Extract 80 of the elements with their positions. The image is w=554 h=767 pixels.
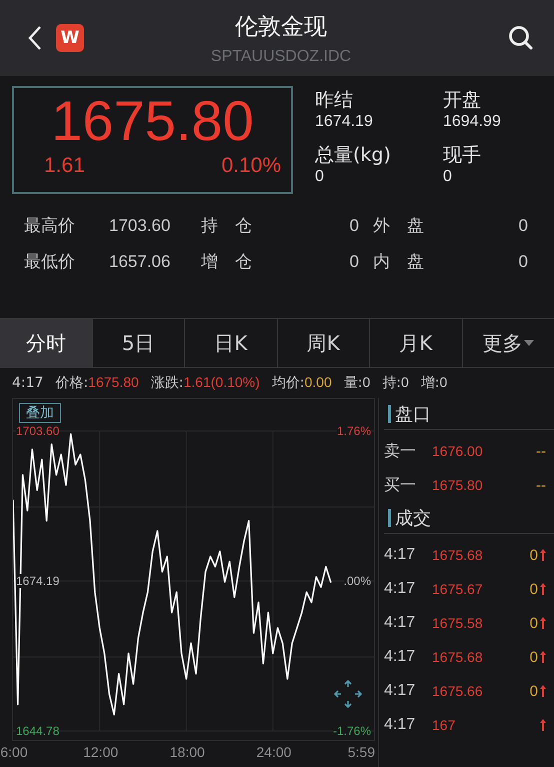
quote-detail: 量:0 xyxy=(344,374,370,392)
section-title: 成交 xyxy=(395,506,431,530)
search-icon[interactable] xyxy=(508,25,534,51)
trade-price: 1675.68 xyxy=(432,547,484,563)
percent-change: 0.10% xyxy=(221,154,281,178)
order-label: 买一 xyxy=(384,476,417,496)
quote-detail: 持:0 xyxy=(382,374,409,392)
time-label: 6:00 xyxy=(0,744,28,760)
order-volume: -- xyxy=(536,442,546,460)
trade-price: 167 xyxy=(432,717,456,733)
trade-volume: 0 xyxy=(530,614,538,632)
trade-price: 1675.66 xyxy=(432,683,484,699)
stat-label: 内 盘 xyxy=(372,251,425,273)
summary-value: 0 xyxy=(315,167,325,187)
stat-label: 持 仓 xyxy=(201,215,253,237)
up-arrow-icon xyxy=(540,549,546,561)
stat-value: 0 xyxy=(518,252,528,272)
trade-volume: 0 xyxy=(530,682,538,700)
chart-tab[interactable]: 分时 xyxy=(0,319,92,367)
time-label: 5:59 xyxy=(348,744,375,760)
quote-detail: 增:0 xyxy=(420,374,448,392)
axis-label: 1674.19 xyxy=(16,574,60,588)
section-title: 盘口 xyxy=(395,402,431,426)
overlay-button[interactable]: 叠加 xyxy=(19,403,61,423)
symbol-code: SPTAUUSDOZ.IDC xyxy=(210,48,352,66)
trade-price: 1675.68 xyxy=(432,649,484,665)
up-arrow-icon xyxy=(540,651,546,663)
trade-volume: 0 xyxy=(530,580,538,598)
order-price: 1676.00 xyxy=(432,443,484,459)
summary-label: 开盘 xyxy=(443,88,482,112)
trade-price: 1675.67 xyxy=(432,581,484,597)
summary-value: 1694.99 xyxy=(443,112,502,132)
app-logo: W xyxy=(56,24,84,52)
stat-value: 0 xyxy=(518,216,528,236)
order-price: 1675.80 xyxy=(432,477,484,493)
axis-label: -1.76% xyxy=(332,724,371,738)
trade-time: 4:17 xyxy=(384,614,416,632)
axis-label: 1.76% xyxy=(336,424,371,438)
time-label: 18:00 xyxy=(170,744,205,760)
summary-value: 1674.19 xyxy=(315,112,374,132)
up-arrow-icon xyxy=(540,719,546,731)
summary-label: 总量(kg) xyxy=(315,143,392,167)
stat-label: 增 仓 xyxy=(201,251,253,273)
up-arrow-icon xyxy=(540,617,546,629)
stat-value: 1657.06 xyxy=(109,252,172,272)
axis-label: 1644.78 xyxy=(16,724,60,738)
page-title: 伦敦金现 xyxy=(235,12,327,42)
axis-label: .00% xyxy=(344,574,371,588)
trade-price: 1675.58 xyxy=(432,615,484,631)
price-change: 1.61 xyxy=(44,154,85,178)
trade-volume: 0 xyxy=(530,546,538,564)
time-label: 24:00 xyxy=(256,744,292,760)
trade-time: 4:17 xyxy=(384,648,416,666)
last-price: 1675.80 xyxy=(50,88,255,154)
trade-volume: 0 xyxy=(530,648,538,666)
trade-time: 4:17 xyxy=(384,546,416,564)
quote-detail: 均价:0.00 xyxy=(272,374,332,392)
trade-time: 4:17 xyxy=(384,580,416,598)
stat-label: 外 盘 xyxy=(372,215,425,237)
up-arrow-icon xyxy=(540,685,546,697)
quote-detail: 涨跌:1.61(0.10%) xyxy=(150,374,260,392)
stat-value: 1703.60 xyxy=(109,216,172,236)
quote-detail: 价格:1675.80 xyxy=(55,374,139,392)
time-label: 12:00 xyxy=(83,744,118,760)
stat-value: 0 xyxy=(348,252,359,272)
fullscreen-icon[interactable] xyxy=(333,679,363,709)
axis-label: 1703.60 xyxy=(16,424,60,438)
order-volume: -- xyxy=(536,476,546,494)
summary-value: 0 xyxy=(443,167,453,187)
trade-time: 4:17 xyxy=(384,682,416,700)
stat-value: 0 xyxy=(348,216,359,236)
back-icon[interactable] xyxy=(28,25,42,51)
summary-label: 现手 xyxy=(443,143,482,167)
stat-label: 最高价 xyxy=(24,215,76,237)
summary-label: 昨结 xyxy=(315,88,354,112)
order-label: 卖一 xyxy=(384,442,417,462)
quote-detail: 4:17 xyxy=(12,375,44,391)
trade-time: 4:17 xyxy=(384,716,416,734)
stat-label: 最低价 xyxy=(24,251,76,273)
up-arrow-icon xyxy=(540,583,546,595)
